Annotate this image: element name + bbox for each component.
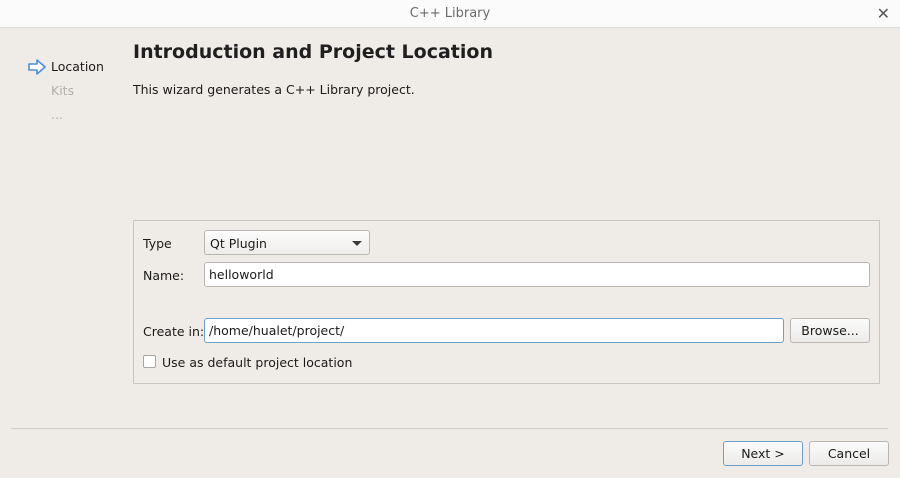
name-label: Name: — [143, 268, 185, 283]
step-label: Kits — [51, 83, 75, 98]
name-field[interactable] — [204, 262, 870, 287]
step-location: Location — [28, 58, 128, 82]
page-heading: Introduction and Project Location — [133, 41, 493, 63]
step-label: Location — [51, 59, 104, 74]
step-kits: Kits — [28, 82, 128, 106]
create-in-label: Create in: — [143, 324, 205, 339]
current-step-arrow-icon — [28, 59, 46, 75]
chevron-down-icon — [352, 241, 362, 246]
title-bar: C++ Library ✕ — [0, 0, 900, 28]
default-location-checkbox[interactable] — [143, 355, 156, 368]
type-label: Type — [143, 236, 172, 251]
type-value: Qt Plugin — [210, 236, 267, 251]
type-combobox[interactable]: Qt Plugin — [204, 230, 370, 255]
step-label: ... — [51, 107, 63, 122]
wizard-steps: Location Kits ... — [28, 58, 128, 130]
cancel-button[interactable]: Cancel — [809, 441, 889, 466]
page-description: This wizard generates a C++ Library proj… — [133, 82, 415, 97]
footer-divider — [11, 428, 888, 429]
default-location-label: Use as default project location — [162, 355, 353, 370]
create-in-field[interactable] — [204, 318, 784, 343]
window-title: C++ Library — [409, 6, 491, 21]
browse-button[interactable]: Browse... — [790, 318, 870, 343]
next-button[interactable]: Next > — [723, 441, 803, 466]
close-icon[interactable]: ✕ — [877, 4, 890, 23]
step-more: ... — [28, 106, 128, 130]
